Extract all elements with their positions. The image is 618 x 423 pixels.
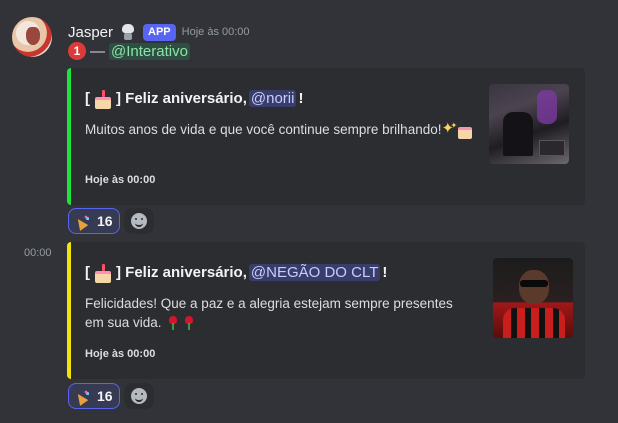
avatar[interactable] bbox=[12, 17, 52, 57]
number-one-badge: 1 bbox=[68, 42, 86, 60]
add-reaction-button[interactable] bbox=[123, 383, 154, 409]
thumbnail-figure bbox=[503, 112, 533, 156]
thumbnail-shirt bbox=[503, 308, 565, 338]
rose-icon bbox=[165, 315, 181, 330]
cake-icon bbox=[93, 89, 113, 109]
thumbnail-figure-purple bbox=[537, 90, 557, 124]
title-bracket-open: [ bbox=[85, 89, 90, 107]
rose-icon bbox=[181, 315, 197, 330]
smile-icon bbox=[130, 213, 147, 229]
birthday-cake-icon bbox=[457, 122, 473, 139]
party-popper-icon bbox=[75, 388, 91, 404]
sparkles-icon bbox=[441, 116, 457, 138]
title-text: ] Feliz aniversário, bbox=[116, 89, 247, 107]
embed-card: [ ] Feliz aniversário, @norii ! Muitos a… bbox=[67, 68, 585, 205]
reaction-count: 16 bbox=[97, 213, 113, 229]
title-end: ! bbox=[298, 89, 304, 107]
app-badge: APP bbox=[143, 23, 176, 41]
cake-icon bbox=[93, 263, 113, 283]
embed-thumbnail[interactable] bbox=[493, 258, 573, 338]
description-text: Felicidades! Que a paz e a alegria estej… bbox=[85, 296, 453, 330]
reaction-count: 16 bbox=[97, 388, 113, 404]
title-bracket-open: [ bbox=[85, 263, 90, 281]
embed-footer: Hoje às 00:00 bbox=[85, 348, 156, 360]
reaction-party-popper[interactable]: 16 bbox=[68, 383, 120, 409]
username[interactable]: Jasper bbox=[68, 24, 113, 41]
smile-icon bbox=[130, 388, 147, 404]
title-end: ! bbox=[382, 263, 388, 281]
title-text: ] Feliz aniversário, bbox=[116, 263, 247, 281]
embed-description: Muitos anos de vida e que você continue … bbox=[85, 116, 475, 139]
user-mention[interactable]: @norii bbox=[248, 89, 297, 107]
thumbnail-amp bbox=[539, 140, 565, 156]
reactions-bar: 16 bbox=[68, 208, 154, 234]
hover-timestamp: 00:00 bbox=[24, 247, 52, 259]
party-popper-icon bbox=[75, 213, 91, 229]
add-reaction-button[interactable] bbox=[123, 208, 154, 234]
description-text: Muitos anos de vida e que você continue … bbox=[85, 122, 442, 137]
embed-description: Felicidades! Que a paz e a alegria estej… bbox=[85, 294, 475, 332]
message-content: 1 — @Interativo bbox=[68, 42, 190, 60]
dash-text: — bbox=[90, 42, 105, 60]
message-timestamp: Hoje às 00:00 bbox=[181, 26, 250, 38]
thumbnail-glasses bbox=[520, 280, 548, 287]
reaction-party-popper[interactable]: 16 bbox=[68, 208, 120, 234]
embed-footer: Hoje às 00:00 bbox=[85, 174, 156, 186]
bot-decoration-icon bbox=[119, 23, 137, 41]
embed-thumbnail[interactable] bbox=[489, 84, 569, 164]
reactions-bar: 16 bbox=[68, 383, 154, 409]
embed-title: [ ] Feliz aniversário, @norii ! bbox=[85, 89, 304, 109]
message-header: Jasper APP Hoje às 00:00 bbox=[68, 22, 250, 42]
embed-card: [ ] Feliz aniversário, @NEGÃO DO CLT ! F… bbox=[67, 242, 585, 379]
role-mention[interactable]: @Interativo bbox=[109, 42, 190, 60]
user-mention[interactable]: @NEGÃO DO CLT bbox=[248, 263, 381, 281]
thumbnail-head bbox=[519, 270, 549, 304]
embed-title: [ ] Feliz aniversário, @NEGÃO DO CLT ! bbox=[85, 263, 388, 283]
